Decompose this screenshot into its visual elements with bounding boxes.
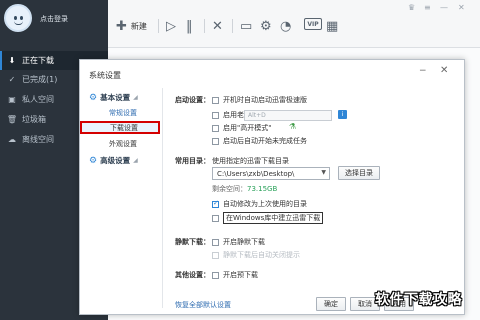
- tree-divider: [162, 88, 163, 308]
- common-dir-description: 使用指定的迅雷下载目录: [212, 157, 289, 165]
- close-icon: ✕: [212, 18, 223, 34]
- sidebar-item-label: 正在下载: [22, 56, 54, 65]
- folder-icon: ▭: [240, 18, 253, 34]
- open-folder-button[interactable]: ▭: [240, 17, 252, 35]
- play-icon: ▷: [166, 18, 176, 34]
- private-space-icon: ▣: [8, 95, 16, 104]
- new-task-button[interactable]: ✚ 新建: [116, 17, 147, 35]
- checkbox-box[interactable]: [212, 124, 219, 132]
- new-task-label: 新建: [130, 21, 147, 31]
- ok-button[interactable]: 确定: [316, 297, 346, 311]
- collapse-arrow-icon: ◢: [133, 94, 138, 101]
- autostart-checkbox[interactable]: 开机时自动启动迅雷极速版: [212, 95, 307, 105]
- checkbox-box[interactable]: [212, 137, 219, 145]
- cloud-icon: ☁: [8, 135, 16, 144]
- restore-defaults-link[interactable]: 恢复全部默认设置: [175, 300, 231, 310]
- tree-advanced-settings[interactable]: ⚙ 高级设置 ◢: [89, 155, 138, 166]
- pause-icon: ‖: [186, 18, 193, 34]
- boss-key-hotkey-input[interactable]: Alt+D: [244, 110, 332, 121]
- start-button[interactable]: ▷: [166, 17, 176, 35]
- info-icon[interactable]: i: [338, 110, 347, 119]
- chevron-down-icon: ▼: [321, 169, 326, 176]
- minimize-icon[interactable]: −: [419, 66, 427, 76]
- checkbox-box[interactable]: [212, 111, 219, 119]
- toolbar-divider: [232, 19, 233, 33]
- download-path-value: C:\Users\zxb\Desktop\: [217, 169, 295, 178]
- pre-download-label: 开启预下载: [223, 271, 258, 279]
- checkbox-box[interactable]: [212, 271, 219, 279]
- watermark-text: 软件下载攻略: [375, 292, 462, 308]
- silent-download-label: 静默下载：: [175, 238, 210, 246]
- plus-icon: ✚: [116, 18, 127, 34]
- tree-appearance-settings[interactable]: 外观设置: [81, 137, 161, 150]
- menu-icon[interactable]: ≡: [424, 3, 431, 12]
- auto-resume-label: 启动后自动开始未完成任务: [223, 137, 307, 145]
- silent-hidden-option-label: 静默下载后自动关闭提示: [223, 251, 300, 259]
- tree-general-settings[interactable]: 常规设置: [81, 106, 161, 119]
- grid-icon: ▦: [326, 18, 339, 34]
- avatar-eye: [20, 16, 23, 20]
- gear-icon: ⚙: [89, 155, 98, 166]
- gear-icon: ⚙: [260, 18, 272, 34]
- pause-button[interactable]: ‖: [186, 17, 193, 35]
- dialog-title: 系统设置: [89, 71, 121, 80]
- skin-icon[interactable]: ♛: [408, 3, 415, 12]
- settings-button[interactable]: ⚙: [260, 17, 272, 35]
- high-speed-mode-label: 启用"高开模式": [223, 124, 272, 132]
- flask-icon: ⚗: [289, 122, 297, 131]
- auto-change-last-dir-label: 自动修改为上次使用的目录: [223, 200, 307, 208]
- checkbox-box[interactable]: [212, 96, 219, 104]
- startup-settings-label: 启动设置：: [175, 96, 210, 104]
- select-directory-button[interactable]: 选择目录: [338, 166, 380, 180]
- tree-basic-settings[interactable]: ⚙ 基本设置 ◢: [89, 92, 138, 103]
- sidebar-item-label: 已完成(1): [22, 75, 58, 84]
- delete-button[interactable]: ✕: [212, 17, 223, 35]
- download-path-select[interactable]: C:\Users\zxb\Desktop\ ▼: [212, 167, 330, 180]
- silent-download-option-label: 开启静默下载: [223, 238, 265, 246]
- create-library-folder-label: 在Windows库中建立迅雷下载: [223, 212, 324, 224]
- tree-advanced-settings-label: 高级设置: [100, 156, 131, 165]
- auto-resume-checkbox[interactable]: 启动后自动开始未完成任务: [212, 136, 307, 146]
- checkbox-box[interactable]: [212, 199, 219, 208]
- free-space-label: 剩余空间：: [212, 185, 247, 193]
- create-library-folder-checkbox[interactable]: 在Windows库中建立迅雷下载: [212, 212, 324, 224]
- avatar-eye: [14, 16, 17, 20]
- sidebar-item-label: 私人空间: [22, 95, 54, 104]
- close-window-icon[interactable]: ✕: [458, 3, 465, 12]
- checkbox-box[interactable]: [212, 238, 219, 246]
- sidebar-item-label: 垃圾箱: [22, 115, 46, 124]
- trash-icon: 🗑: [6, 115, 18, 124]
- download-icon: ⬇: [8, 56, 16, 65]
- silent-hidden-option: 静默下载后自动关闭提示: [212, 250, 300, 260]
- high-speed-mode-checkbox[interactable]: 启用"高开模式": [212, 123, 271, 133]
- avatar-smile: [14, 21, 23, 25]
- tree-basic-settings-label: 基本设置: [100, 93, 131, 102]
- toolbar-divider: [204, 19, 205, 33]
- pre-download-checkbox[interactable]: 开启预下载: [212, 270, 258, 280]
- login-link[interactable]: 点击登录: [40, 14, 68, 24]
- vip-button[interactable]: VIP: [304, 18, 322, 30]
- collapse-arrow-icon: ◢: [133, 157, 138, 164]
- main-toolbar: ✚ 新建 ▷ ‖ ✕ ▭ ⚙ ◔ VIP ▦ ♛ ≡ — ✕: [108, 0, 480, 48]
- checkbox-box: [212, 251, 219, 259]
- autostart-label: 开机时自动启动迅雷极速版: [223, 96, 307, 104]
- toolbar-divider: [158, 19, 159, 33]
- auto-change-last-dir-checkbox[interactable]: 自动修改为上次使用的目录: [212, 199, 307, 209]
- sidebar-item-label: 离线空间: [22, 135, 54, 144]
- silent-download-checkbox[interactable]: 开启静默下载: [212, 237, 265, 247]
- speed-button[interactable]: ◔: [280, 17, 291, 35]
- free-space: 剩余空间：73.15GB: [212, 184, 277, 194]
- close-icon[interactable]: ✕: [440, 65, 448, 76]
- other-settings-label: 其他设置：: [175, 271, 210, 279]
- free-space-value: 73.15GB: [247, 185, 278, 193]
- checkbox-box[interactable]: [212, 214, 219, 222]
- tree-download-settings[interactable]: 下载设置: [80, 121, 160, 134]
- avatar[interactable]: [4, 4, 32, 32]
- check-circle-icon: ✓: [8, 75, 16, 84]
- minimize-icon[interactable]: —: [440, 3, 448, 12]
- more-button[interactable]: ▦: [326, 17, 338, 35]
- gear-icon: ⚙: [89, 92, 98, 103]
- speed-gauge-icon: ◔: [280, 18, 292, 34]
- common-dir-label: 常用目录：: [175, 157, 210, 165]
